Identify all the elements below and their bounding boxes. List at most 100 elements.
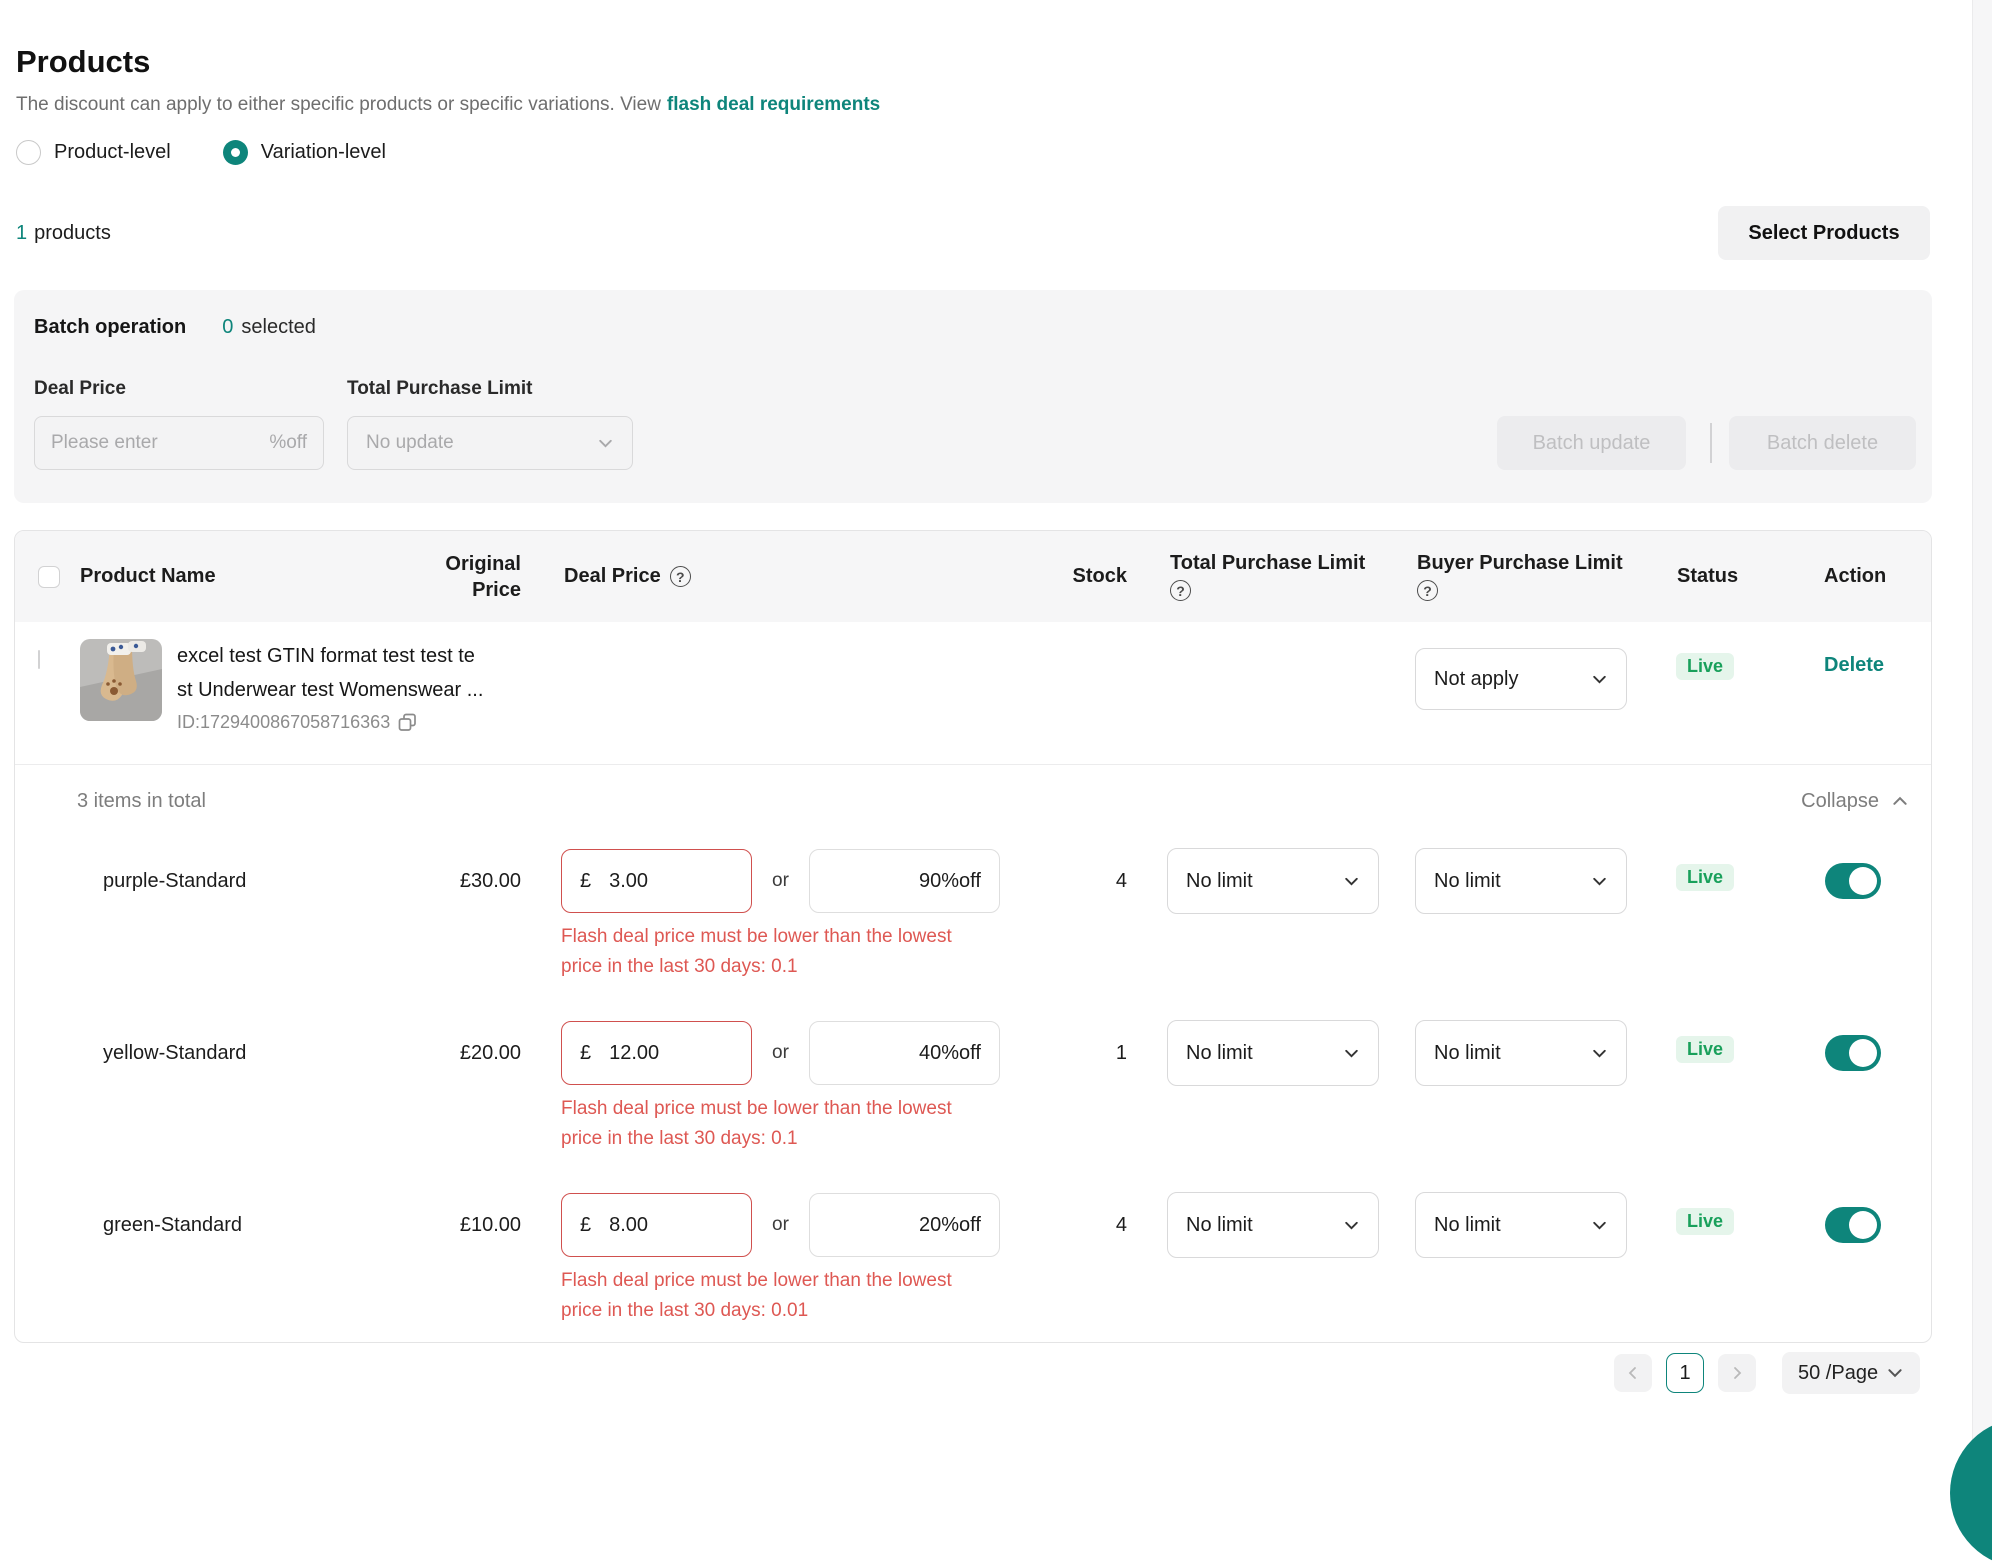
percent-off-field[interactable] <box>809 1021 1000 1085</box>
variation-name: purple-Standard <box>71 848 411 914</box>
chevron-down-icon <box>1591 671 1608 688</box>
products-count-value: 1 <box>16 222 27 245</box>
radio-on-icon[interactable] <box>223 140 248 165</box>
products-count: 1 products <box>16 222 111 245</box>
radio-off-icon[interactable] <box>16 140 41 165</box>
help-question-icon[interactable]: ? <box>670 566 691 587</box>
col-buyer-purchase-limit: Buyer Purchase Limit ? <box>1415 531 1663 622</box>
batch-deal-price-label: Deal Price <box>34 378 126 400</box>
prev-page-button[interactable] <box>1614 1354 1652 1392</box>
variation-stock: 1 <box>1011 1020 1127 1086</box>
chevron-down-icon <box>1343 873 1360 890</box>
currency-symbol: £ <box>580 870 591 893</box>
variation-row: yellow-Standard £20.00 £ or 1 No limit N… <box>15 1009 1931 1181</box>
page-size-value: 50 /Page <box>1798 1362 1878 1385</box>
variation-original-price: £20.00 <box>411 1020 521 1086</box>
chevron-down-icon <box>1343 1217 1360 1234</box>
percent-off-field[interactable] <box>809 849 1000 913</box>
percent-off-input[interactable] <box>828 1042 981 1065</box>
col-original-price: Original Price <box>411 531 521 622</box>
chevron-down-icon <box>1343 1045 1360 1062</box>
product-checkbox[interactable] <box>38 650 40 669</box>
copy-icon[interactable] <box>398 713 417 732</box>
toggle-knob <box>1849 1211 1877 1239</box>
total-limit-value: No limit <box>1186 1214 1253 1237</box>
buyer-limit-select[interactable]: No limit <box>1415 1192 1627 1258</box>
select-products-button[interactable]: Select Products <box>1718 206 1930 260</box>
total-limit-value: No limit <box>1186 870 1253 893</box>
total-limit-select[interactable]: No limit <box>1167 848 1379 914</box>
batch-deal-price-input[interactable] <box>51 432 269 454</box>
buyer-limit-value: No limit <box>1434 870 1501 893</box>
buyer-limit-value: No limit <box>1434 1042 1501 1065</box>
variations-summary-row: 3 items in total Collapse <box>15 765 1931 837</box>
total-limit-select[interactable]: No limit <box>1167 1020 1379 1086</box>
chevron-right-icon <box>1729 1365 1745 1381</box>
flash-deal-requirements-link[interactable]: flash deal requirements <box>667 94 880 115</box>
deal-price-field[interactable]: £ <box>561 1021 752 1085</box>
help-question-icon[interactable]: ? <box>1417 580 1438 601</box>
deal-price-error: Flash deal price must be lower than the … <box>521 922 991 982</box>
deal-price-input[interactable] <box>609 1214 733 1237</box>
table-header-row: Product Name Original Price Deal Price ?… <box>15 531 1931 622</box>
radio-product-level[interactable]: Product-level <box>16 140 171 165</box>
batch-total-limit-label: Total Purchase Limit <box>347 378 532 400</box>
variation-stock: 4 <box>1011 848 1127 914</box>
batch-total-limit-value: No update <box>366 432 454 454</box>
total-limit-select[interactable]: No limit <box>1167 1192 1379 1258</box>
deal-price-error: Flash deal price must be lower than the … <box>521 1266 991 1326</box>
col-action: Action <box>1809 531 1931 622</box>
deal-price-field[interactable]: £ <box>561 1193 752 1257</box>
batch-update-button[interactable]: Batch update <box>1497 416 1686 470</box>
col-stock: Stock <box>1011 531 1127 622</box>
col-total-purchase-limit: Total Purchase Limit ? <box>1127 531 1415 622</box>
collapse-label: Collapse <box>1801 790 1879 813</box>
page-title: Products <box>16 44 150 80</box>
subtitle-text: The discount can apply to either specifi… <box>16 94 661 115</box>
variation-stock: 4 <box>1011 1192 1127 1258</box>
radio-product-level-label: Product-level <box>54 141 171 164</box>
radio-variation-level[interactable]: Variation-level <box>223 140 386 165</box>
col-buyer-limit-label: Buyer Purchase Limit <box>1417 552 1623 575</box>
toggle-knob <box>1849 867 1877 895</box>
products-count-label: products <box>34 222 111 245</box>
help-question-icon[interactable]: ? <box>1170 580 1191 601</box>
variation-row: green-Standard £10.00 £ or 4 No limit No… <box>15 1181 1931 1342</box>
total-limit-value: No limit <box>1186 1042 1253 1065</box>
variation-row: purple-Standard £30.00 £ or 4 No limit N… <box>15 837 1931 1009</box>
next-page-button[interactable] <box>1718 1354 1756 1392</box>
deal-price-field[interactable]: £ <box>561 849 752 913</box>
scrollbar[interactable] <box>1972 0 1992 1442</box>
delete-link[interactable]: Delete <box>1824 654 1884 676</box>
variation-toggle[interactable] <box>1825 1207 1881 1243</box>
currency-symbol: £ <box>580 1042 591 1065</box>
batch-delete-button[interactable]: Batch delete <box>1729 416 1916 470</box>
batch-total-limit-select[interactable]: No update <box>347 416 633 470</box>
status-badge: Live <box>1676 864 1734 891</box>
select-all-checkbox[interactable] <box>38 566 60 588</box>
page-size-select[interactable]: 50 /Page <box>1782 1352 1920 1394</box>
deal-price-input[interactable] <box>609 1042 733 1065</box>
variation-original-price: £30.00 <box>411 848 521 914</box>
percent-off-input[interactable] <box>828 1214 981 1237</box>
buyer-limit-select[interactable]: No limit <box>1415 848 1627 914</box>
or-label: or <box>772 1214 789 1236</box>
variation-toggle[interactable] <box>1825 1035 1881 1071</box>
status-badge: Live <box>1676 1208 1734 1235</box>
selected-count-label: selected <box>241 316 316 339</box>
chat-fab-button[interactable] <box>1950 1418 1992 1568</box>
percent-off-field[interactable] <box>809 1193 1000 1257</box>
variation-name: yellow-Standard <box>71 1020 411 1086</box>
product-image <box>80 639 162 721</box>
collapse-control[interactable]: Collapse <box>1801 790 1909 813</box>
variation-toggle[interactable] <box>1825 863 1881 899</box>
batch-deal-price-field[interactable]: %off <box>34 416 324 470</box>
chevron-up-icon <box>1891 792 1909 810</box>
col-deal-price-label: Deal Price <box>564 565 661 588</box>
variation-original-price: £10.00 <box>411 1192 521 1258</box>
buyer-limit-select[interactable]: No limit <box>1415 1020 1627 1086</box>
percent-off-input[interactable] <box>828 870 981 893</box>
page-number[interactable]: 1 <box>1666 1353 1704 1393</box>
deal-price-input[interactable] <box>609 870 733 893</box>
buyer-limit-select[interactable]: Not apply <box>1415 648 1627 710</box>
